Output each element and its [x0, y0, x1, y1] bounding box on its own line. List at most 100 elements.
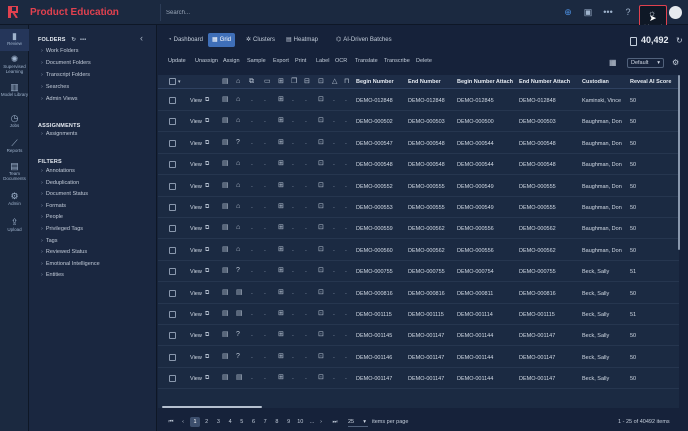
row-checkbox[interactable] [169, 375, 176, 383]
page-4[interactable]: 4 [225, 417, 235, 427]
delete-button[interactable]: Delete [416, 58, 432, 64]
table-row[interactable]: View ⧉ ▤ ⌂ - - ⊞ - - ⊡ - - DEMO-000553 DEMO-000555 DEM… [158, 197, 679, 218]
more-icon[interactable]: ••• [603, 7, 613, 17]
tree-item-reviewed-status[interactable]: › Reviewed Status [41, 249, 87, 255]
row-checkbox[interactable] [169, 289, 176, 297]
export-button[interactable]: Export [273, 58, 289, 64]
open-external-icon[interactable]: ⧉ [205, 331, 209, 339]
open-external-icon[interactable]: ⧉ [205, 117, 209, 125]
tree-item-annotations[interactable]: › Annotations [41, 168, 75, 174]
refresh-icon[interactable]: ↻ [676, 36, 683, 45]
row-checkbox[interactable] [169, 225, 176, 233]
column-header-end-number-attach[interactable]: End Number Attach [519, 79, 570, 85]
page-1[interactable]: 1 [190, 417, 200, 427]
help-icon[interactable]: ? [623, 7, 633, 17]
open-external-icon[interactable]: ⧉ [205, 139, 209, 147]
table-row[interactable]: View ⧉ ▤ ▤ - - ⊞ - - ⊡ - - DEMO-000816 DEMO-000816 DEM… [158, 283, 679, 304]
table-row[interactable]: View ⧉ ▤ ⌂ - - ⊞ - - ⊡ - - DEMO-000559 DEMO-000562 DEM… [158, 218, 679, 240]
rail-item-model-library[interactable]: ▥ Model Library [0, 80, 29, 104]
view-link[interactable]: View [190, 184, 202, 190]
view-link[interactable]: View [190, 333, 202, 339]
column-header-custodian[interactable]: Custodian [582, 79, 609, 85]
open-external-icon[interactable]: ⧉ [205, 374, 209, 382]
sample-button[interactable]: Sample [247, 58, 266, 64]
view-link[interactable]: View [190, 291, 202, 297]
tree-item-emotional-intelligence[interactable]: › Emotional Intelligence [41, 261, 100, 267]
table-row[interactable]: View ⧉ ▤ ▤ - - ⊞ - - ⊡ - - DEMO-001115 DEMO-001115 DEM… [158, 304, 679, 325]
view-link[interactable]: View [190, 355, 202, 361]
view-link[interactable]: View [190, 312, 202, 318]
row-checkbox[interactable] [169, 161, 176, 169]
tab-ai-driven-batches[interactable]: ⌬ AI-Driven Batches [332, 33, 396, 47]
row-checkbox[interactable] [169, 268, 176, 276]
select-all-checkbox[interactable] [169, 78, 176, 85]
rail-item-jobs[interactable]: ◷ Jobs [0, 111, 29, 135]
view-link[interactable]: View [190, 119, 202, 125]
collapse-panel-icon[interactable]: ‹ [140, 33, 143, 43]
page-6[interactable]: 6 [249, 417, 259, 427]
column-header-begin-number-attach[interactable]: Begin Number Attach [457, 79, 513, 85]
page-10[interactable]: 10 [295, 417, 305, 427]
row-checkbox[interactable] [169, 353, 176, 361]
translate-button[interactable]: Translate [355, 58, 378, 64]
tree-item-work-folders[interactable]: › Work Folders [41, 48, 78, 54]
tab-clusters[interactable]: ✲ Clusters [242, 33, 279, 47]
page-ellipsis[interactable]: ... [307, 417, 317, 427]
tree-item-document-folders[interactable]: › Document Folders [41, 60, 91, 66]
tree-item-searches[interactable]: › Searches [41, 84, 69, 90]
table-row[interactable]: View ⧉ ▤? - - ⊞ - - ⊡ - - DEMO-000755 DEMO-000755 DEM… [158, 261, 679, 283]
rail-item-supervised-learning[interactable]: ✺ Supervised Learning [0, 52, 29, 76]
open-external-icon[interactable]: ⧉ [205, 353, 209, 361]
rail-item-upload[interactable]: ⇪ Upload [0, 215, 29, 239]
app-title[interactable]: Product Education [30, 7, 119, 18]
tab-heatmap[interactable]: ▤ Heatmap [282, 33, 322, 47]
next-page-icon[interactable]: › [316, 417, 326, 427]
tree-item-assignments[interactable]: › Assignments [41, 131, 77, 137]
column-header-reveal-ai-score[interactable]: Reveal AI Score [630, 79, 671, 85]
open-external-icon[interactable]: ⧉ [205, 310, 209, 318]
row-checkbox[interactable] [169, 311, 176, 318]
table-row[interactable]: View ⧉ ▤? - - ⊞ - - ⊡ - - DEMO-001145 DEMO-001147 DEM… [158, 325, 679, 347]
save-icon[interactable]: ▣ [583, 7, 593, 17]
more-icon[interactable]: ••• [80, 37, 86, 43]
tree-item-entities[interactable]: › Entities [41, 272, 64, 278]
ocr-button[interactable]: OCR [335, 58, 347, 64]
vertical-scrollbar[interactable] [678, 75, 680, 250]
transcribe-button[interactable]: Transcribe [384, 58, 410, 64]
prev-page-icon[interactable]: ‹ [178, 417, 188, 427]
page-5[interactable]: 5 [237, 417, 247, 427]
gear-icon[interactable]: ⚙ [672, 58, 679, 67]
table-row[interactable]: View ⧉ ▤? - - ⊞ - - ⊡ - - DEMO-001146 DEMO-001147 DEM… [158, 347, 679, 368]
preset-select[interactable]: Default ▾ [627, 58, 664, 68]
page-7[interactable]: 7 [260, 417, 270, 427]
avatar[interactable] [669, 6, 682, 19]
tab-dashboard[interactable]: ◔ Dashboard [164, 33, 207, 47]
row-checkbox[interactable] [169, 139, 176, 147]
tree-item-formats[interactable]: › Formats [41, 203, 66, 209]
unassign-button[interactable]: Unassign [195, 58, 218, 64]
open-external-icon[interactable]: ⧉ [205, 289, 209, 297]
table-row[interactable]: View ⧉ ▤ ⌂ - - ⊞ - - ⊡ - - DEMO-000560 DEMO-000562 DEM… [158, 240, 679, 261]
tree-item-privileged-tags[interactable]: › Privileged Tags [41, 226, 83, 232]
row-checkbox[interactable] [169, 97, 176, 104]
crosshair-icon[interactable]: ⊕ [563, 7, 573, 17]
search-input[interactable] [161, 4, 521, 21]
view-link[interactable]: View [190, 376, 202, 382]
rail-item-review[interactable]: ▮ Review [0, 29, 29, 51]
tree-item-admin-views[interactable]: › Admin Views [41, 96, 78, 102]
tree-item-document-status[interactable]: › Document Status [41, 191, 88, 197]
page-9[interactable]: 9 [284, 417, 294, 427]
assign-button[interactable]: Assign [223, 58, 240, 64]
table-row[interactable]: View ⧉ ▤ ⌂ - - ⊞ - - ⊡ - - DEMO-012848 DEMO-012848 DEM… [158, 90, 679, 111]
last-page-icon[interactable]: ⏭ [330, 417, 340, 427]
chevron-down-icon[interactable]: ▾ [178, 78, 181, 86]
open-external-icon[interactable]: ⧉ [205, 182, 209, 190]
table-row[interactable]: View ⧉ ▤ ⌂ - - ⊞ - - ⊡ - - DEMO-000552 DEMO-000555 DEM… [158, 176, 679, 197]
rail-item-admin[interactable]: ⚙ Admin [0, 189, 29, 213]
row-checkbox[interactable] [169, 204, 176, 211]
open-external-icon[interactable]: ⧉ [205, 267, 209, 275]
view-link[interactable]: View [190, 269, 202, 275]
tree-item-tags[interactable]: › Tags [41, 238, 57, 244]
print-button[interactable]: Print [295, 58, 306, 64]
view-link[interactable]: View [190, 226, 202, 232]
